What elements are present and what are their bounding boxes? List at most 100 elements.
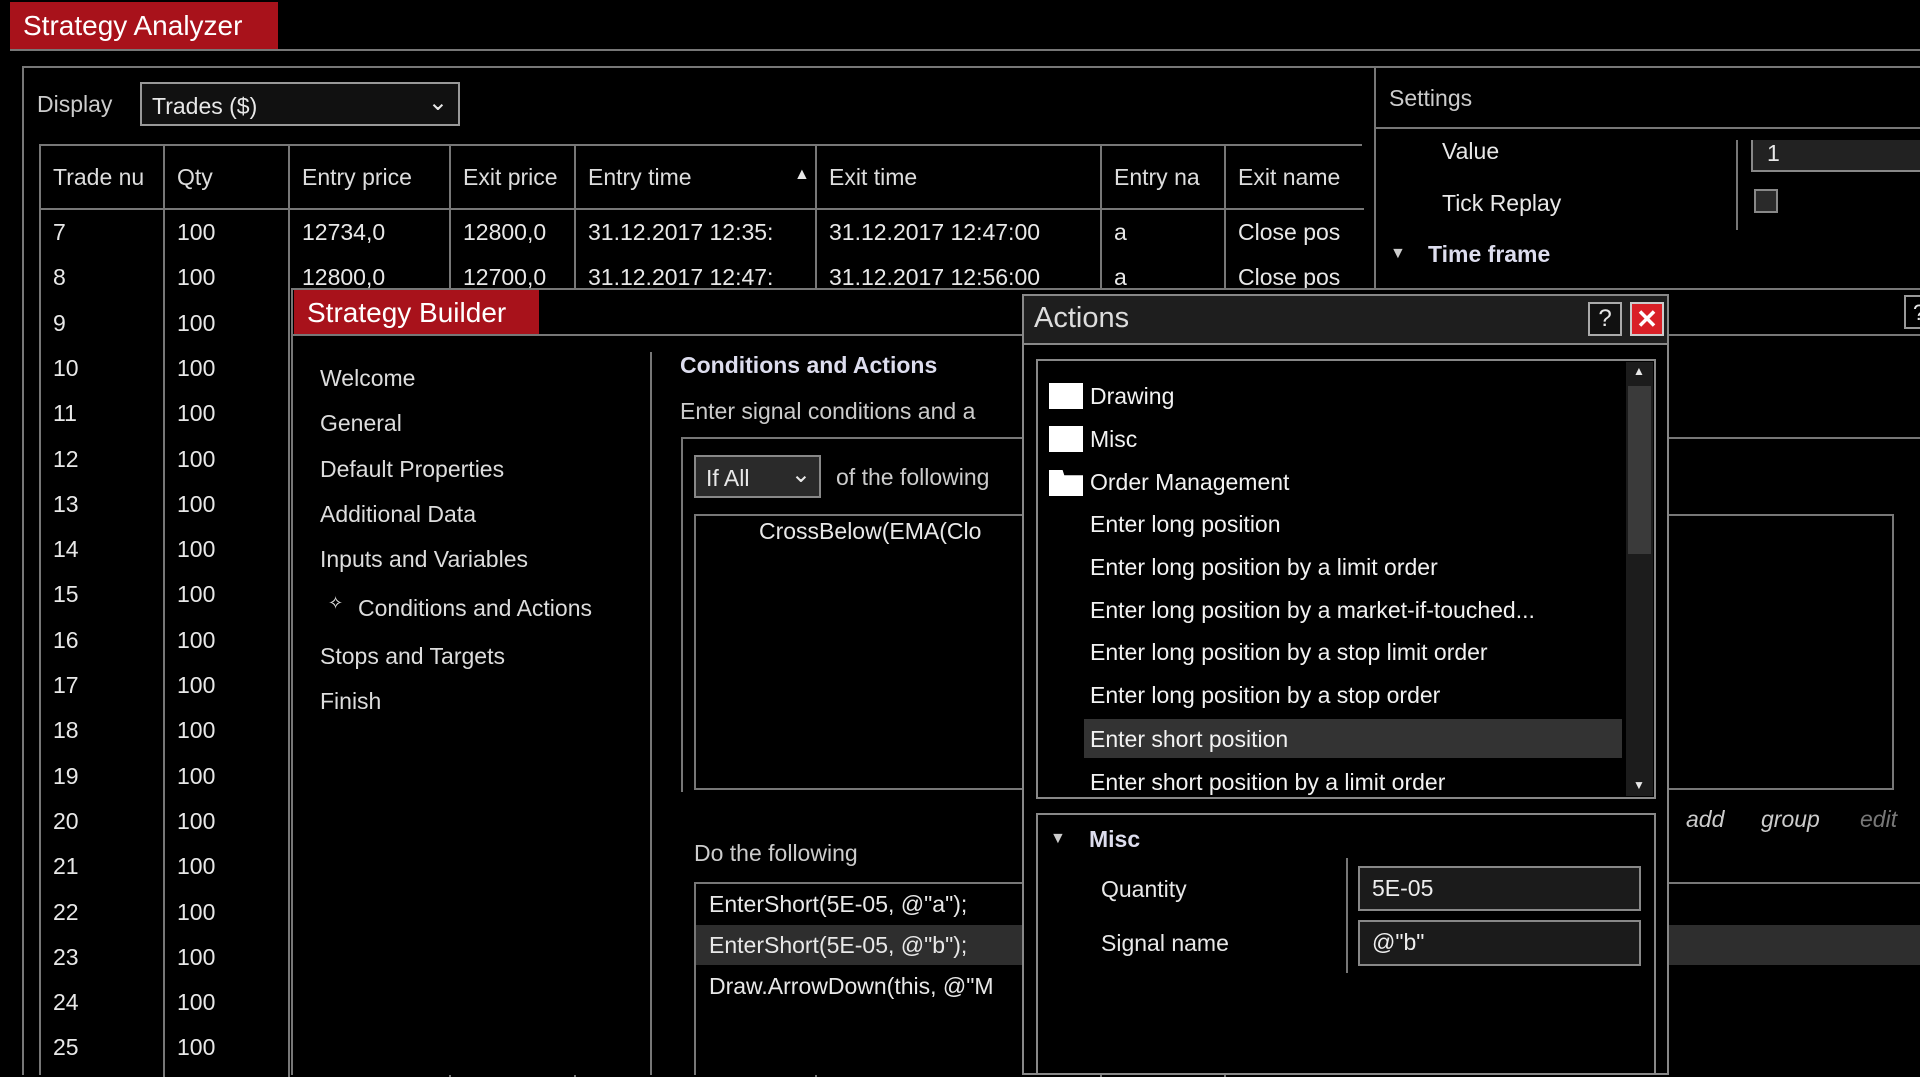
action-item[interactable]: EnterShort(5E-05, @"b");: [709, 932, 1024, 959]
table-cell: 100: [177, 490, 216, 517]
table-cell: a: [1114, 219, 1127, 245]
nav-general[interactable]: General: [320, 410, 402, 437]
table-cell: 21: [53, 853, 79, 880]
table-cell: 22: [53, 898, 79, 925]
table-cell: 100: [177, 1034, 216, 1061]
nav-additional-data[interactable]: Additional Data: [320, 501, 476, 528]
add-link[interactable]: add: [1686, 806, 1724, 833]
table-cell: 100: [177, 445, 216, 472]
column-header[interactable]: Qty: [165, 146, 290, 208]
table-cell: Close pos: [1238, 219, 1341, 245]
column-header[interactable]: Exit price: [451, 146, 576, 208]
tree-item[interactable]: Enter long position by a stop limit orde…: [1090, 639, 1488, 666]
column-header[interactable]: Entry price: [290, 146, 451, 208]
table-cell: 25: [53, 1034, 79, 1061]
divider: [10, 49, 1920, 51]
scroll-up-icon[interactable]: ▲: [1633, 364, 1645, 378]
table-cell: 15: [53, 581, 79, 608]
nav-conditions-actions[interactable]: Conditions and Actions: [358, 595, 592, 622]
tree-item[interactable]: Enter long position by a market-if-touch…: [1090, 597, 1535, 624]
table-cell: 31.12.2017 12:35:: [588, 219, 774, 245]
if-all-dropdown[interactable]: If All ⌄: [694, 455, 821, 498]
nav-stops-targets[interactable]: Stops and Targets: [320, 643, 505, 670]
table-cell: 7: [53, 219, 66, 245]
scrollbar[interactable]: ▲ ▼: [1626, 362, 1653, 796]
table-cell: 10: [53, 354, 79, 381]
scroll-down-icon[interactable]: ▼: [1633, 778, 1645, 792]
tick-replay-label: Tick Replay: [1442, 190, 1562, 216]
column-header[interactable]: Entry na: [1102, 146, 1226, 208]
tree-item[interactable]: Enter long position by a limit order: [1090, 554, 1438, 581]
sort-ascending-icon: ▲: [794, 166, 810, 183]
divider: [1376, 127, 1920, 129]
tree-item-selected[interactable]: Enter short position: [1090, 726, 1288, 753]
action-item[interactable]: EnterShort(5E-05, @"a");: [709, 891, 1024, 918]
display-value: Trades ($): [152, 93, 258, 119]
close-button[interactable]: ✕: [1630, 302, 1664, 336]
divider: [1736, 140, 1738, 230]
table-cell: 12734,0: [302, 219, 386, 245]
signal-name-input[interactable]: @"b": [1358, 920, 1641, 966]
table-cell: 100: [177, 309, 216, 336]
group-link[interactable]: group: [1761, 806, 1820, 833]
table-cell: 9: [53, 309, 66, 336]
table-cell: 100: [177, 943, 216, 970]
collapse-triangle-icon[interactable]: ▼: [1390, 245, 1406, 263]
strategy-builder-title: Strategy Builder: [294, 290, 539, 334]
column-header[interactable]: Exit name: [1226, 146, 1364, 208]
tree-item[interactable]: Enter long position by a stop order: [1090, 682, 1440, 709]
table-cell: 13: [53, 490, 79, 517]
current-step-icon: ✧: [328, 593, 344, 613]
analyzer-title-tab[interactable]: Strategy Analyzer: [10, 2, 278, 49]
dialog-help-button[interactable]: ?: [1588, 302, 1622, 336]
table-cell: 100: [177, 672, 216, 698]
folder-icon: [1049, 426, 1083, 452]
table-cell: 100: [177, 853, 216, 880]
table-cell: 100: [177, 989, 216, 1016]
help-button[interactable]: ?: [1904, 295, 1920, 329]
display-dropdown[interactable]: Trades ($) ⌄: [140, 82, 460, 126]
of-following-label: of the following: [836, 464, 990, 490]
chevron-down-icon: ⌄: [427, 89, 448, 116]
table-cell: 12: [53, 445, 79, 472]
table-cell: 19: [53, 762, 79, 789]
action-item[interactable]: Draw.ArrowDown(this, @"M: [709, 973, 1024, 1000]
nav-inputs-variables[interactable]: Inputs and Variables: [320, 546, 528, 573]
table-cell: 14: [53, 536, 79, 563]
tree-folder-order-management[interactable]: Order Management: [1090, 469, 1289, 496]
do-following-label: Do the following: [694, 840, 858, 866]
tick-replay-checkbox[interactable]: [1754, 189, 1778, 213]
tree-folder-drawing[interactable]: Drawing: [1090, 383, 1174, 410]
table-cell: 100: [177, 400, 216, 427]
table-cell: 8: [53, 264, 66, 291]
column-header[interactable]: Entry time: [576, 146, 817, 208]
divider: [22, 66, 1920, 68]
nav-finish[interactable]: Finish: [320, 688, 381, 715]
table-cell: 16: [53, 626, 79, 653]
nav-default-properties[interactable]: Default Properties: [320, 456, 504, 483]
nav-welcome[interactable]: Welcome: [320, 365, 415, 392]
column-header[interactable]: Exit time: [817, 146, 1102, 208]
tree-item[interactable]: Enter long position: [1090, 511, 1281, 538]
edit-link[interactable]: edit: [1860, 806, 1897, 833]
table-cell: 100: [177, 581, 216, 608]
table-cell: 100: [177, 898, 216, 925]
table-cell: 11: [53, 400, 77, 427]
table-cell: 100: [177, 807, 216, 834]
chevron-down-icon: ⌄: [790, 461, 811, 488]
tree-item[interactable]: Enter short position by a limit order: [1090, 769, 1445, 795]
table-cell: 18: [53, 717, 79, 744]
scroll-thumb[interactable]: [1628, 386, 1651, 554]
column-header[interactable]: Trade nu: [41, 146, 165, 208]
if-all-value: If All: [706, 465, 750, 491]
quantity-input[interactable]: 5E-05: [1358, 866, 1641, 911]
table-cell: 17: [53, 672, 79, 698]
table-cell: 24: [53, 989, 79, 1016]
condition-item[interactable]: CrossBelow(EMA(Clo: [759, 518, 1024, 545]
value-input[interactable]: 1: [1751, 140, 1920, 172]
tree-folder-misc[interactable]: Misc: [1090, 426, 1137, 453]
page-heading: Conditions and Actions: [680, 352, 938, 378]
close-icon: ✕: [1636, 304, 1658, 334]
collapse-triangle-icon[interactable]: ▼: [1050, 830, 1066, 848]
display-label: Display: [37, 91, 113, 117]
